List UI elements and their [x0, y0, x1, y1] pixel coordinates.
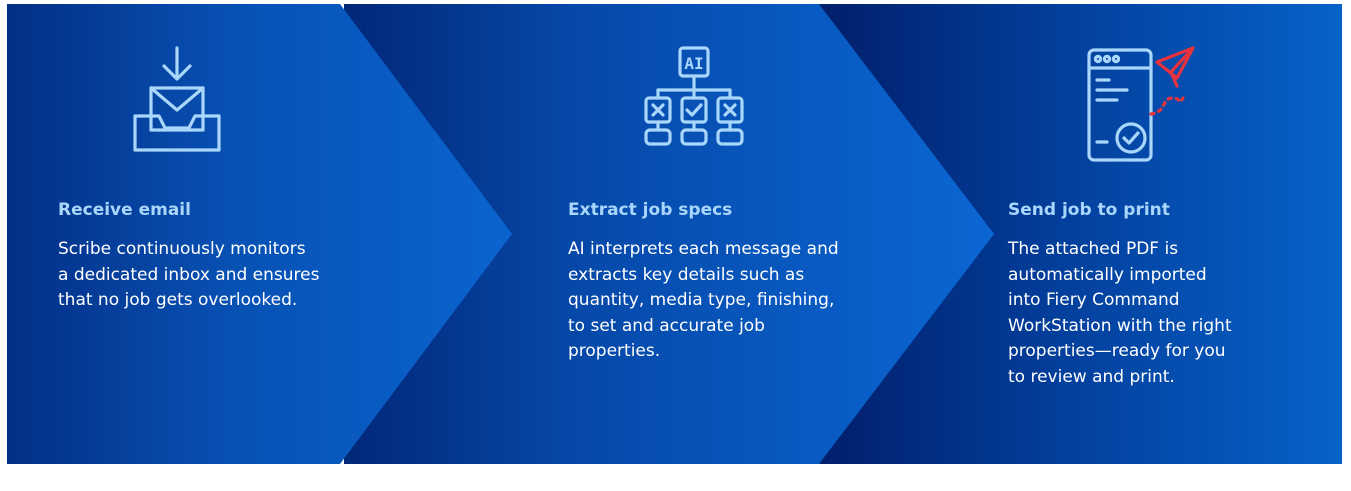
ai-flowchart-icon: AI: [634, 42, 754, 162]
description-line: properties—ready for you: [1008, 341, 1226, 361]
step-title: Send job to print: [1008, 200, 1170, 220]
step-title: Receive email: [58, 200, 191, 220]
ai-label: AI: [684, 54, 703, 73]
description-line: to review and print.: [1008, 366, 1175, 387]
description-line: automatically imported: [1008, 264, 1207, 285]
description-line: a dedicated inbox and ensures: [58, 264, 320, 285]
description-line: AI interprets each message and: [568, 239, 839, 259]
step-description: The attached PDF is automatically import…: [1008, 237, 1232, 390]
description-line: The attached PDF is: [1008, 239, 1179, 259]
step-title: Extract job specs: [568, 200, 733, 220]
description-line: into Fiery Command: [1008, 290, 1180, 310]
document-paper-plane-icon: [1075, 42, 1195, 162]
workflow-banner: Receive email Scribe continuously monito…: [7, 4, 1342, 464]
description-line: extracts key details such as: [568, 264, 805, 285]
step-description: Scribe continuously monitors a dedicated…: [58, 237, 319, 314]
description-line: Scribe continuously monitors: [58, 239, 306, 259]
description-line: to set and accurate job: [568, 315, 765, 336]
description-line: quantity, media type, finishing,: [568, 290, 835, 310]
description-line: WorkStation with the right: [1008, 315, 1232, 336]
step-description: AI interprets each message and extracts …: [568, 237, 839, 365]
description-line: that no job gets overlooked.: [58, 290, 298, 310]
workflow-banner-canvas: Receive email Scribe continuously monito…: [0, 0, 1351, 491]
inbox-download-icon: [117, 42, 237, 162]
description-line: properties.: [568, 341, 661, 361]
